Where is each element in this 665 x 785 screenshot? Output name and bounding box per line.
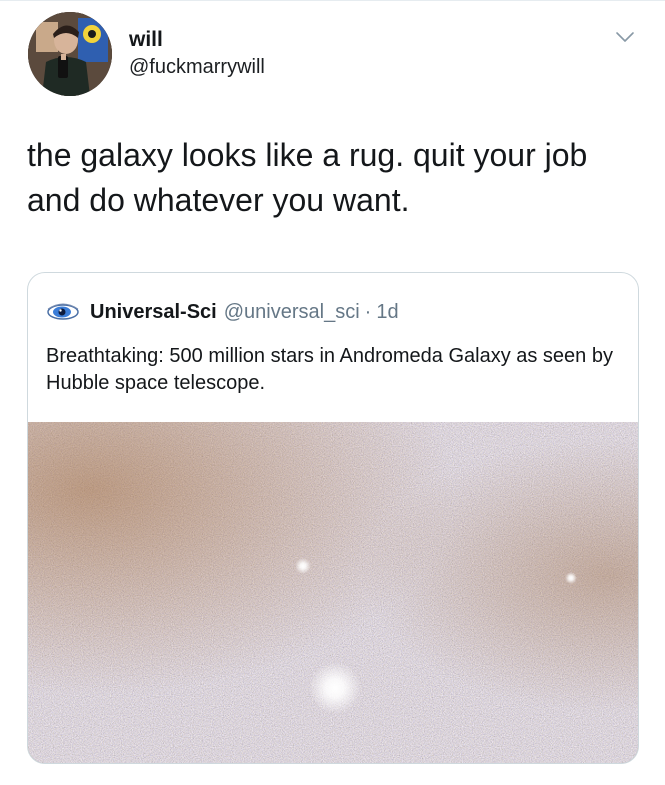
andromeda-star-field-image-icon (28, 422, 638, 763)
quoted-author-avatar[interactable] (46, 301, 80, 323)
eye-logo-icon (47, 303, 79, 320)
author-avatar[interactable] (28, 12, 112, 96)
quoted-tweet-card[interactable]: Universal-Sci @universal_sci · 1d Breath… (27, 272, 639, 764)
timestamp-separator: · (364, 300, 372, 323)
tweet-text: the galaxy looks like a rug. quit your j… (27, 137, 588, 218)
tweet-menu-button[interactable] (614, 26, 636, 48)
author-display-name[interactable]: will (129, 28, 163, 52)
profile-photo-avatar-icon (28, 12, 112, 96)
quoted-tweet-media[interactable] (28, 422, 638, 763)
quoted-tweet-timestamp[interactable]: 1d (376, 301, 398, 324)
quoted-tweet-text: Breathtaking: 500 million stars in Andro… (46, 345, 613, 394)
author-handle[interactable]: @fuckmarrywill (129, 55, 265, 79)
quoted-tweet-header: Universal-Sci @universal_sci · 1d (46, 299, 399, 325)
quoted-author-handle[interactable]: @universal_sci (224, 301, 360, 324)
quoted-author-display-name[interactable]: Universal-Sci (90, 301, 217, 324)
chevron-down-icon (616, 32, 634, 42)
top-divider (0, 0, 665, 1)
